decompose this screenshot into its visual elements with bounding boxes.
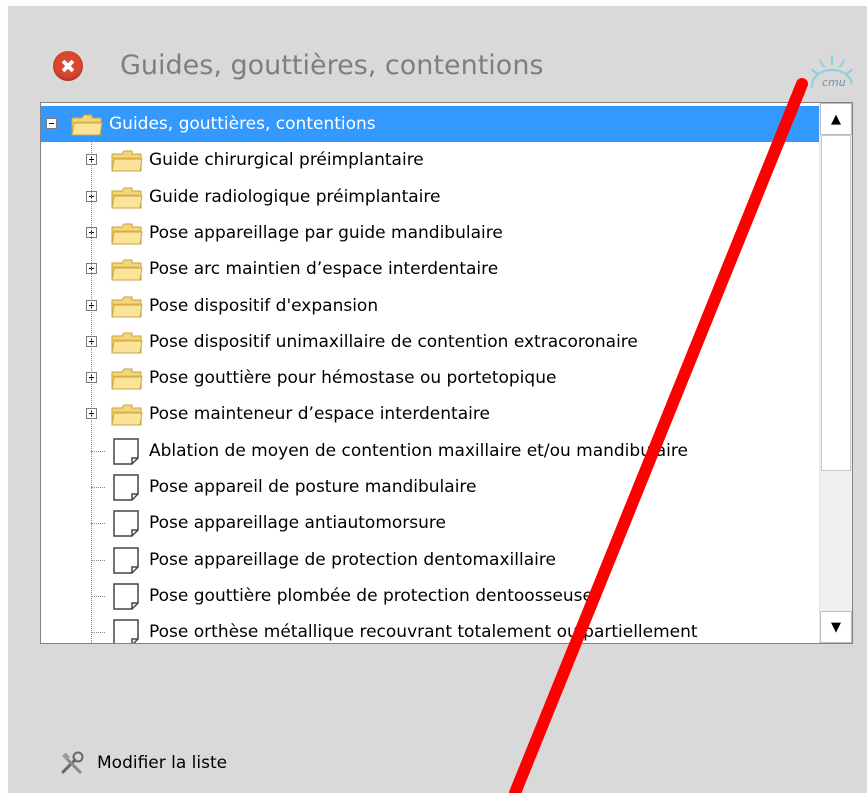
tree-row-label: Pose gouttière plombée de protection den… bbox=[149, 585, 593, 606]
tree-row-label: Ablation de moyen de contention maxillai… bbox=[149, 440, 688, 461]
folder-icon bbox=[111, 332, 143, 354]
tree-row-label: Pose gouttière pour hémostase ou porteto… bbox=[149, 368, 557, 389]
tree-item-row[interactable]: Ablation de moyen de contention maxillai… bbox=[41, 433, 821, 469]
document-icon bbox=[113, 437, 139, 465]
cmu-logo: cmu bbox=[810, 55, 853, 89]
tools-icon bbox=[61, 751, 84, 774]
document-icon bbox=[113, 619, 139, 643]
tree-row-label: Pose appareillage de protection dentomax… bbox=[149, 549, 556, 570]
tree-folder-row[interactable]: Pose gouttière pour hémostase ou porteto… bbox=[41, 360, 821, 396]
folder-icon bbox=[111, 368, 143, 390]
document-icon bbox=[113, 546, 139, 574]
folder-icon bbox=[71, 114, 103, 136]
tree-folder-row[interactable]: Guide radiologique préimplantaire bbox=[41, 179, 821, 215]
tree-folder-row[interactable]: Pose appareillage par guide mandibulaire bbox=[41, 215, 821, 251]
vertical-scrollbar[interactable]: ▲ ▼ bbox=[819, 103, 852, 643]
document-icon bbox=[113, 474, 139, 501]
tree-folder-row[interactable]: Pose mainteneur d’espace interdentaire bbox=[41, 396, 821, 432]
modify-list-label: Modifier la liste bbox=[97, 753, 228, 773]
folder-icon bbox=[111, 296, 143, 317]
tree-connector-vertical bbox=[91, 142, 92, 643]
tree-connector-horizontal bbox=[91, 595, 105, 597]
tree-view[interactable]: Guides, gouttières, contentions Guide chi… bbox=[40, 102, 853, 644]
tree-row-label: Pose mainteneur d’espace interdentaire bbox=[149, 404, 490, 425]
tree-folder-row[interactable]: Guide chirurgical préimplantaire bbox=[41, 142, 821, 178]
tree-item-row[interactable]: Pose appareillage antiautomorsure bbox=[41, 505, 821, 541]
tree-row-label: Pose appareillage par guide mandibulaire bbox=[149, 222, 503, 243]
tree-folder-row[interactable]: Guides, gouttières, contentions bbox=[41, 106, 820, 142]
tree-item-row[interactable]: Pose orthèse métallique recouvrant total… bbox=[41, 614, 821, 643]
scroll-down-button[interactable]: ▼ bbox=[820, 611, 852, 643]
tree-connector-horizontal bbox=[91, 450, 105, 452]
tree-connector-horizontal bbox=[91, 487, 105, 488]
tree-connector-horizontal bbox=[91, 559, 105, 561]
tree-row-label: Pose dispositif d'expansion bbox=[149, 295, 379, 316]
tree-row-label: Guide radiologique préimplantaire bbox=[149, 186, 441, 207]
collapse-icon[interactable] bbox=[46, 118, 57, 129]
tree-connector-horizontal bbox=[91, 632, 105, 634]
document-icon bbox=[113, 583, 139, 610]
folder-icon bbox=[111, 259, 143, 281]
tree-row-label: Pose dispositif unimaxillaire de content… bbox=[149, 331, 638, 352]
close-icon[interactable] bbox=[53, 51, 83, 81]
tree-item-row[interactable]: Pose appareil de posture mandibulaire bbox=[41, 469, 821, 505]
tree-row-label: Pose orthèse métallique recouvrant total… bbox=[149, 622, 698, 643]
document-icon bbox=[113, 510, 139, 538]
svg-text:cmu: cmu bbox=[822, 76, 846, 89]
tree-row-label: Pose appareil de posture mandibulaire bbox=[149, 477, 477, 497]
tree-row-label: Guide chirurgical préimplantaire bbox=[149, 150, 424, 171]
tree-row-label: Pose arc maintien d’espace interdentaire bbox=[149, 259, 499, 280]
tree-folder-row[interactable]: Pose arc maintien d’espace interdentaire bbox=[41, 251, 821, 287]
tree-item-row[interactable]: Pose appareillage de protection dentomax… bbox=[41, 542, 821, 578]
folder-icon bbox=[111, 187, 143, 209]
page-title: Guides, gouttières, contentions bbox=[120, 50, 544, 81]
scroll-up-button[interactable]: ▲ bbox=[820, 103, 852, 135]
tree-item-row[interactable]: Pose gouttière plombée de protection den… bbox=[41, 578, 821, 614]
tree-connector-horizontal bbox=[91, 523, 105, 525]
folder-icon bbox=[111, 404, 143, 426]
tree-row-label: Guides, gouttières, contentions bbox=[109, 114, 376, 134]
tree-folder-row[interactable]: Pose dispositif unimaxillaire de content… bbox=[41, 324, 821, 360]
folder-icon bbox=[111, 150, 143, 172]
tree-folder-row[interactable]: Pose dispositif d'expansion bbox=[41, 288, 821, 324]
folder-icon bbox=[111, 223, 143, 245]
scroll-thumb[interactable] bbox=[821, 135, 851, 471]
tree-row-label: Pose appareillage antiautomorsure bbox=[149, 513, 446, 534]
